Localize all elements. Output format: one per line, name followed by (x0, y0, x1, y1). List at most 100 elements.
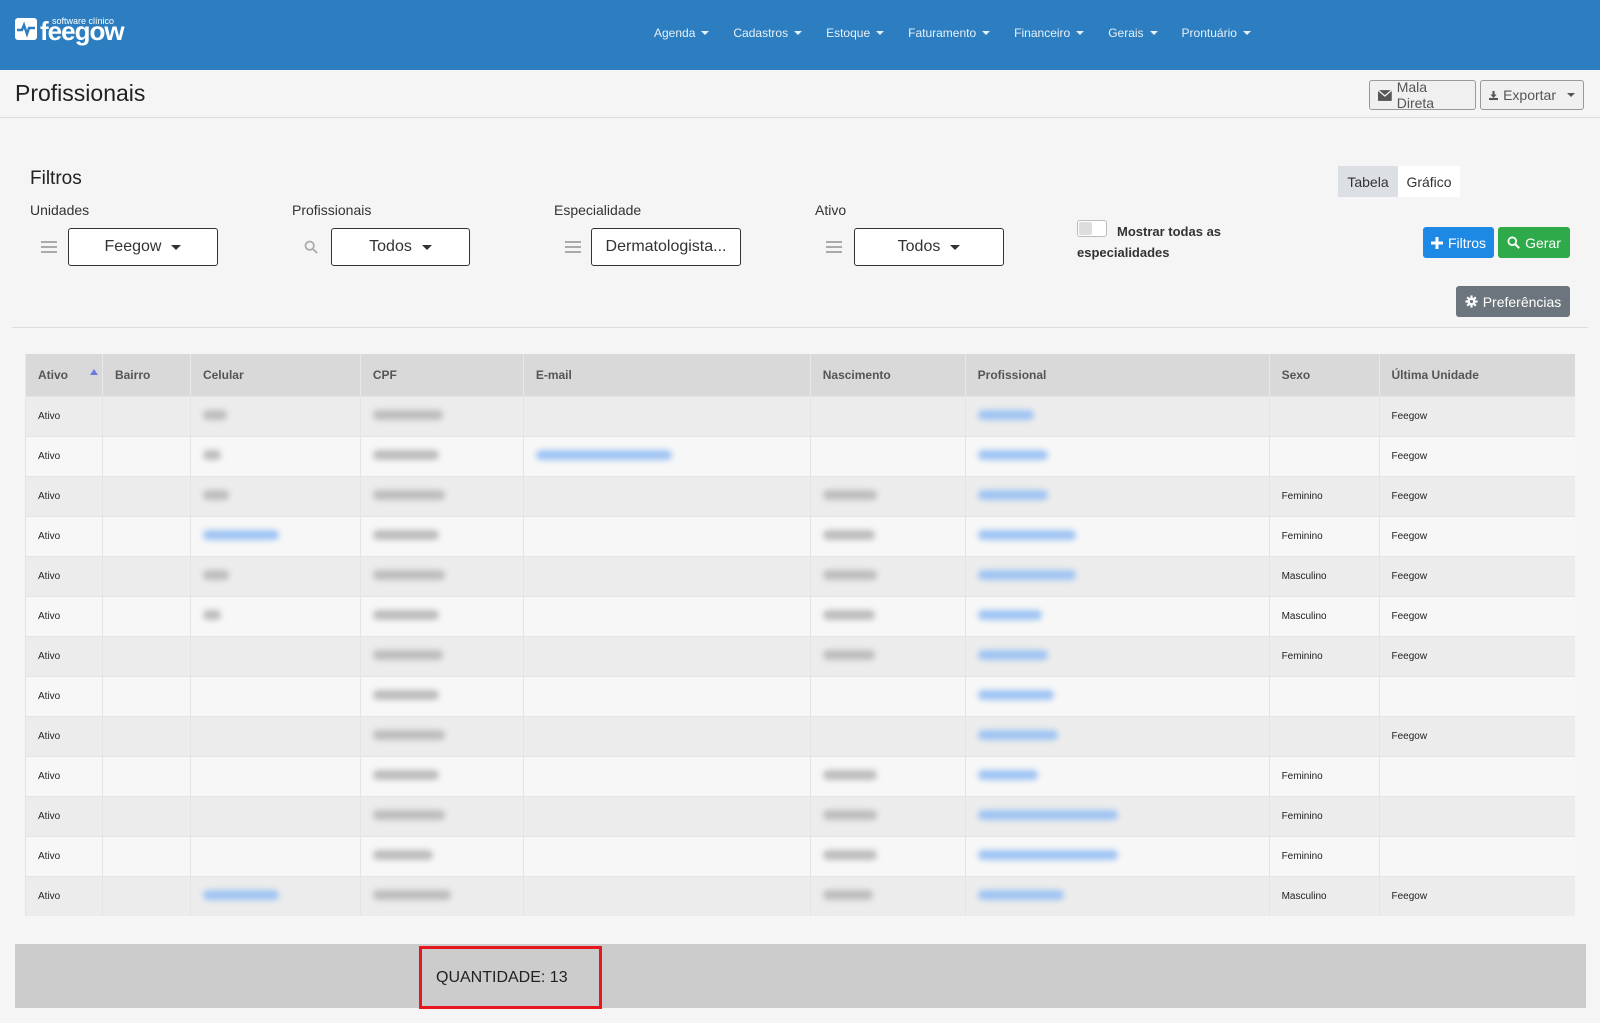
menu-icon (41, 241, 57, 253)
chevron-down-icon (1149, 31, 1158, 35)
redacted-value[interactable] (977, 409, 1034, 420)
redacted-value[interactable] (977, 649, 1048, 660)
cell-sexo: Feminino (1268, 755, 1380, 796)
table-row[interactable]: Ativo Feminino Feegow (25, 475, 1575, 516)
column-header[interactable]: Celular (189, 354, 361, 396)
cell-sexo: Feminino (1268, 515, 1380, 556)
logo-pulse-icon (15, 18, 37, 40)
cell-email (522, 515, 811, 556)
table-row[interactable]: Ativo Feminino Feegow (25, 515, 1575, 556)
cell-celular (189, 675, 361, 716)
cell-cpf (359, 635, 524, 676)
cell-email (522, 715, 811, 756)
cell-nascimento (809, 635, 966, 676)
redacted-value[interactable] (535, 449, 672, 460)
add-filtros-button[interactable]: Filtros (1423, 227, 1494, 258)
redacted-value[interactable] (202, 529, 279, 540)
envelope-icon (1378, 89, 1392, 101)
redacted-value (372, 729, 445, 740)
unidades-select[interactable]: Feegow (68, 228, 218, 266)
nav-financeiro[interactable]: Financeiro (1002, 26, 1096, 40)
cell-bairro (101, 755, 191, 796)
column-header[interactable]: CPF (359, 354, 524, 396)
nav-estoque[interactable]: Estoque (814, 26, 896, 40)
table-row[interactable]: Ativo Feminino (25, 795, 1575, 836)
nav-gerais[interactable]: Gerais (1096, 26, 1169, 40)
nav-agenda[interactable]: Agenda (642, 26, 721, 40)
redacted-value[interactable] (977, 729, 1058, 740)
table-header-row: Ativo Bairro Celular CPF E-mail Nascimen… (25, 354, 1575, 396)
table-row[interactable]: Ativo Feminino (25, 835, 1575, 876)
cell-cpf (359, 675, 524, 716)
tab-tabela[interactable]: Tabela (1338, 166, 1398, 197)
quantity-total: QUANTIDADE: 13 (419, 946, 602, 1009)
cell-email (522, 835, 811, 876)
table-row[interactable]: Ativo Feminino (25, 755, 1575, 796)
table-row[interactable]: Ativo Feegow (25, 435, 1575, 476)
redacted-value[interactable] (977, 489, 1048, 500)
cell-cpf (359, 395, 524, 436)
redacted-value[interactable] (977, 809, 1118, 820)
redacted-value[interactable] (977, 569, 1076, 580)
ativo-select[interactable]: Todos (854, 228, 1004, 266)
redacted-value[interactable] (202, 889, 279, 900)
feegow-logo[interactable]: feegow software clínico (15, 16, 125, 44)
redacted-value[interactable] (977, 689, 1054, 700)
cell-cpf (359, 475, 524, 516)
redacted-value[interactable] (977, 449, 1048, 460)
column-header[interactable]: Profissional (964, 354, 1270, 396)
exportar-button[interactable]: Exportar (1480, 80, 1584, 110)
cell-profissional (964, 595, 1270, 636)
table-row[interactable]: Ativo Masculino Feegow (25, 555, 1575, 596)
gerar-button[interactable]: Gerar (1498, 227, 1570, 258)
cell-nascimento (809, 435, 966, 476)
cell-nascimento (809, 715, 966, 756)
table-row[interactable]: Ativo Feegow (25, 395, 1575, 436)
column-header[interactable]: Bairro (101, 354, 191, 396)
mala-direta-button[interactable]: Mala Direta (1369, 79, 1476, 111)
cell-nascimento (809, 875, 966, 916)
table-row[interactable]: Ativo Feegow (25, 715, 1575, 756)
table-row[interactable]: Ativo (25, 675, 1575, 716)
redacted-value[interactable] (977, 769, 1038, 780)
cell-ativo: Ativo (25, 675, 103, 716)
cell-sexo (1268, 715, 1380, 756)
cell-nascimento (809, 675, 966, 716)
top-navbar: feegow software clínico Agenda Cadastros… (0, 0, 1600, 70)
redacted-value[interactable] (977, 529, 1076, 540)
column-header[interactable]: E-mail (522, 354, 811, 396)
mostrar-especialidades-toggle[interactable] (1077, 220, 1107, 237)
cell-profissional (964, 635, 1270, 676)
tab-grafico[interactable]: Gráfico (1398, 166, 1460, 197)
redacted-value[interactable] (977, 889, 1064, 900)
table-row[interactable]: Ativo Masculino Feegow (25, 595, 1575, 636)
chevron-down-icon (794, 31, 803, 35)
table-row[interactable]: Ativo Masculino Feegow (25, 875, 1575, 916)
column-header[interactable]: Sexo (1268, 354, 1380, 396)
profissionais-select[interactable]: Todos (331, 228, 470, 266)
preferencias-button[interactable]: Preferências (1456, 286, 1570, 317)
nav-prontuario[interactable]: Prontuário (1170, 26, 1263, 40)
sort-asc-icon (90, 368, 98, 375)
nav-cadastros[interactable]: Cadastros (721, 26, 814, 40)
cell-sexo: Feminino (1268, 835, 1380, 876)
cell-cpf (359, 595, 524, 636)
chevron-down-icon (1242, 31, 1251, 35)
cell-nascimento (809, 395, 966, 436)
cell-ativo: Ativo (25, 395, 103, 436)
unidades-label: Unidades (30, 202, 90, 218)
table-row[interactable]: Ativo Feminino Feegow (25, 635, 1575, 676)
cell-celular (189, 595, 361, 636)
column-header[interactable]: Última Unidade (1378, 354, 1575, 396)
nav-faturamento[interactable]: Faturamento (896, 26, 1002, 40)
cell-email (522, 435, 811, 476)
redacted-value[interactable] (977, 609, 1042, 620)
cell-bairro (101, 675, 191, 716)
cell-profissional (964, 395, 1270, 436)
plus-icon (1430, 236, 1443, 249)
column-header[interactable]: Nascimento (809, 354, 966, 396)
redacted-value[interactable] (977, 849, 1118, 860)
cell-bairro (101, 635, 191, 676)
especialidade-select[interactable]: Dermatologista... (591, 228, 741, 266)
column-header[interactable]: Ativo (25, 354, 103, 396)
